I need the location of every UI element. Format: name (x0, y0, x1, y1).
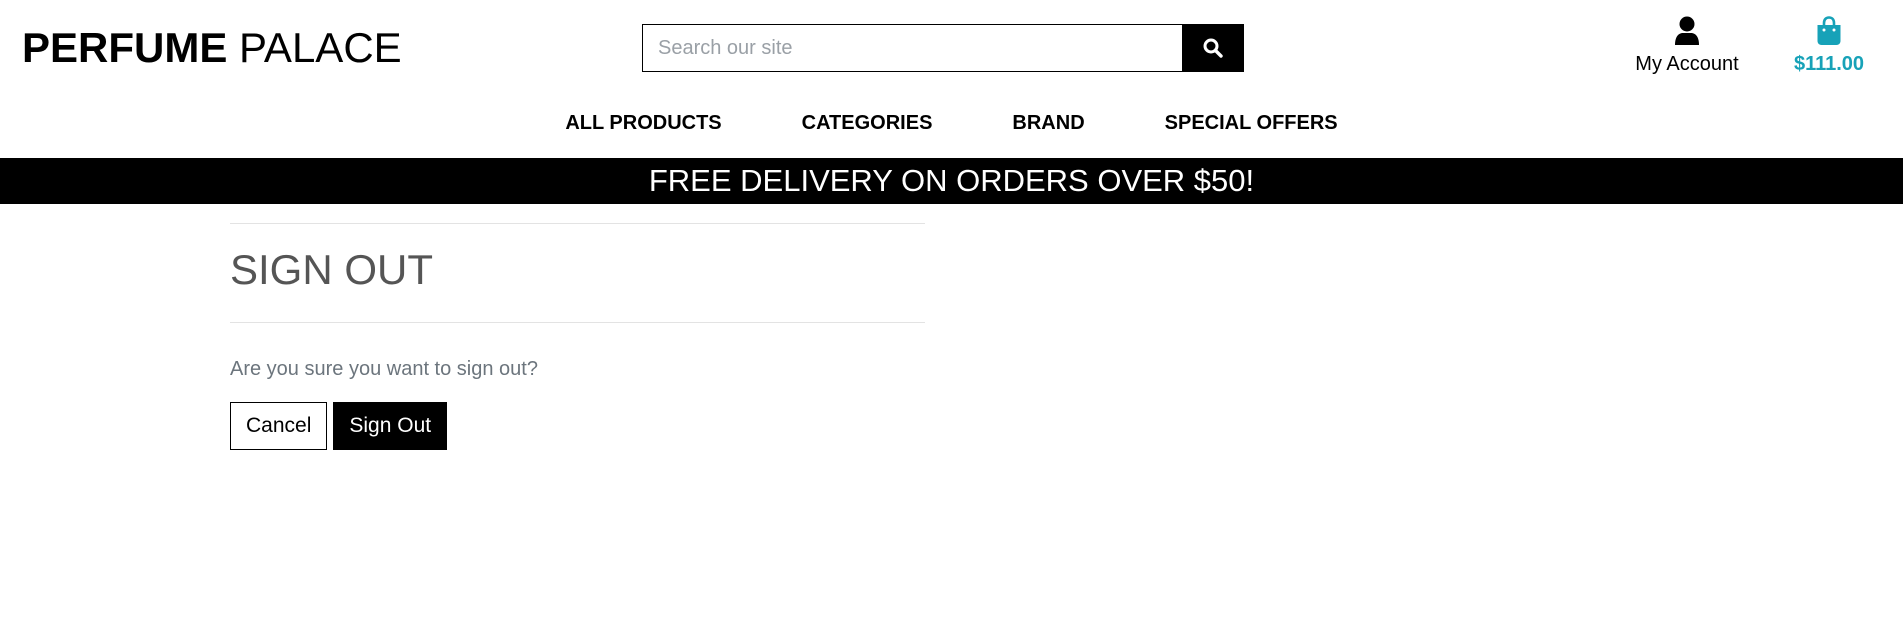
logo-bold-text: PERFUME (22, 24, 228, 71)
site-logo[interactable]: PERFUME PALACE (22, 24, 402, 72)
cart-total: $111.00 (1793, 53, 1865, 75)
cancel-button[interactable]: Cancel (230, 402, 328, 450)
main-nav: ALL PRODUCTS CATEGORIES BRAND SPECIAL OF… (0, 104, 1903, 142)
divider (230, 223, 925, 224)
sign-out-question: Are you sure you want to sign out? (230, 358, 538, 380)
nav-item-all-products[interactable]: ALL PRODUCTS (525, 104, 761, 142)
my-account-link[interactable]: My Account (1628, 16, 1746, 76)
search-form (642, 24, 1244, 72)
search-button[interactable] (1182, 24, 1244, 72)
nav-item-special-offers[interactable]: SPECIAL OFFERS (1125, 104, 1378, 142)
shopping-bag-icon (1817, 16, 1841, 45)
site-header: PERFUME PALACE My Account $111.00 (0, 0, 1903, 98)
page-title: SIGN OUT (230, 246, 434, 293)
nav-item-brand[interactable]: BRAND (972, 104, 1124, 142)
logo-light-text: PALACE (239, 24, 402, 71)
sign-out-actions: Cancel Sign Out (230, 402, 925, 450)
delivery-banner: FREE DELIVERY ON ORDERS OVER $50! (0, 158, 1903, 204)
search-icon (1203, 38, 1223, 58)
sign-out-button[interactable]: Sign Out (333, 402, 448, 450)
my-account-label: My Account (1635, 53, 1739, 75)
nav-item-categories[interactable]: CATEGORIES (762, 104, 973, 142)
sign-out-panel: SIGN OUT Are you sure you want to sign o… (230, 223, 925, 450)
search-input[interactable] (642, 24, 1182, 72)
delivery-banner-text: FREE DELIVERY ON ORDERS OVER $50! (648, 163, 1255, 198)
cart-link[interactable]: $111.00 (1783, 16, 1875, 76)
user-icon (1675, 16, 1699, 45)
divider (230, 322, 925, 323)
